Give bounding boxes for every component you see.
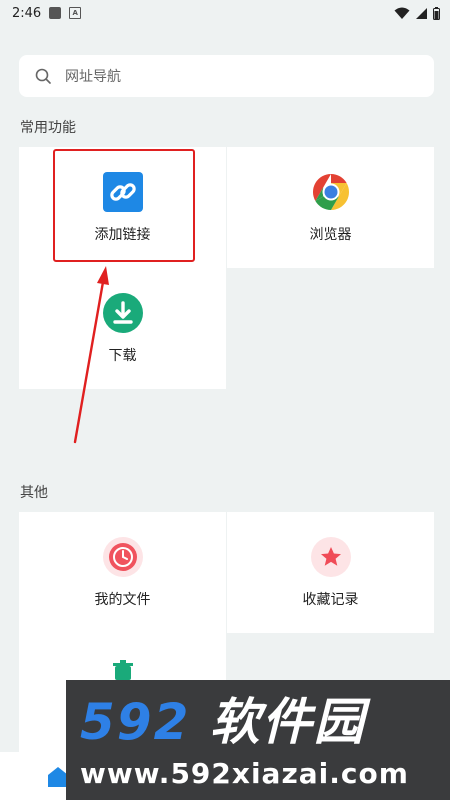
star-icon [310,536,351,577]
favorites-label: 收藏记录 [302,591,359,608]
search-icon [35,68,51,84]
keyboard-icon: A [69,7,82,19]
watermark-overlay: 592 软件园 www.592xiazai.com [66,680,450,800]
status-bar: 2:46 A [0,0,450,26]
my-files-label: 我的文件 [94,591,151,608]
browser-tile[interactable]: 浏览器 [227,147,434,268]
watermark-logo: 592 软件园 [80,694,450,750]
clock-icon [102,536,143,577]
download-label: 下载 [108,347,137,364]
section-title-other: 其他 [20,485,48,501]
highlight-box [53,149,195,262]
favorites-tile[interactable]: 收藏记录 [227,512,434,633]
search-bar[interactable]: 网址导航 [19,55,434,97]
chrome-icon [311,172,351,212]
my-files-tile[interactable]: 我的文件 [19,512,226,633]
browser-label: 浏览器 [309,226,352,243]
watermark-url: www.592xiazai.com [80,757,409,790]
status-time: 2:46 [12,5,42,21]
trash-icon [103,644,143,684]
notification-icon [49,7,62,19]
section-title-common: 常用功能 [20,120,76,136]
watermark-cn: 软件园 [209,693,366,751]
signal-icon [416,7,427,19]
wifi-icon [394,7,410,19]
download-tile[interactable]: 下载 [19,268,226,389]
watermark-num: 592 [80,693,191,751]
download-icon [102,292,143,333]
search-placeholder: 网址导航 [65,69,121,85]
battery-icon [433,6,440,20]
